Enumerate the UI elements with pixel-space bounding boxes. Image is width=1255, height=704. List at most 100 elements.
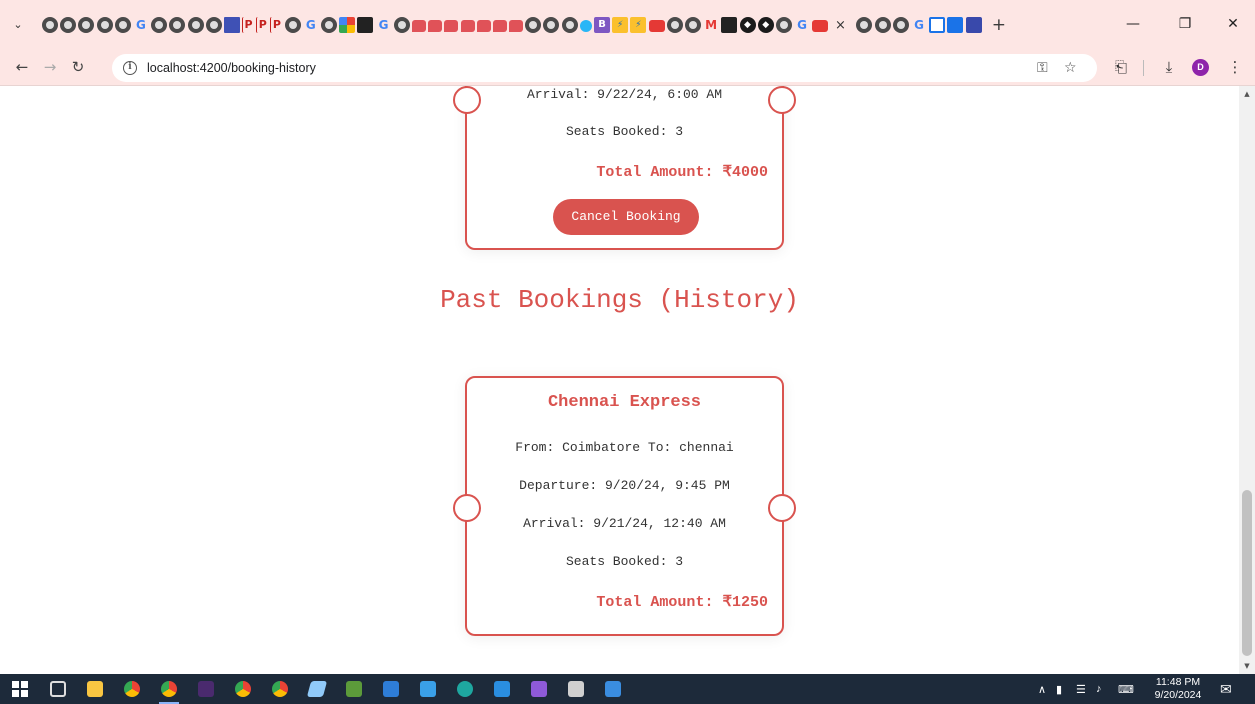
tab-google-icon[interactable]: G — [911, 17, 927, 33]
tab-circle-icon[interactable] — [579, 20, 592, 32]
pen-app-icon[interactable] — [306, 681, 328, 697]
visual-studio-icon[interactable] — [531, 681, 547, 697]
tab-chrome-icon[interactable] — [187, 17, 204, 33]
new-tab-button[interactable]: + — [992, 14, 1006, 36]
close-window-button[interactable]: ✕ — [1210, 0, 1255, 48]
terminal-icon[interactable] — [198, 681, 214, 697]
active-tab-close-button[interactable]: × — [830, 14, 850, 36]
tab-diamond-icon[interactable]: ◆ — [739, 17, 756, 33]
bookmark-star-icon[interactable]: ☆ — [1064, 54, 1077, 82]
tab-dark-app-icon[interactable] — [721, 17, 738, 33]
tab-google-icon[interactable]: G — [794, 17, 810, 33]
restore-button[interactable]: ❐ — [1162, 0, 1208, 48]
tab-chrome-icon[interactable] — [78, 17, 95, 33]
volume-icon[interactable]: ♪ — [1096, 674, 1102, 704]
tab-chat-icon[interactable] — [428, 20, 443, 32]
tray-chevron-icon[interactable]: ∧ — [1038, 674, 1046, 704]
file-explorer-icon[interactable] — [87, 681, 103, 697]
minimize-button[interactable]: — — [1110, 0, 1156, 48]
windows-start-icon[interactable] — [12, 681, 28, 697]
cancel-booking-button[interactable]: Cancel Booking — [553, 199, 699, 235]
tab-chat-icon[interactable] — [509, 20, 524, 32]
notification-center-icon[interactable]: ✉ — [1220, 674, 1232, 704]
tab-p-icon[interactable]: P — [242, 17, 254, 33]
tab-chrome-icon[interactable] — [684, 17, 701, 33]
reload-button[interactable]: ↻ — [64, 48, 92, 86]
tab-google-icon[interactable]: G — [376, 17, 392, 33]
tab-search-chevron-icon[interactable]: ⌄ — [4, 0, 32, 48]
extensions-puzzle-icon[interactable]: ⎗ — [1108, 48, 1134, 86]
calculator-icon[interactable] — [568, 681, 584, 697]
tab-chrome-icon[interactable] — [666, 17, 683, 33]
keyboard-icon[interactable]: ⌨ — [1118, 674, 1134, 704]
wifi-icon[interactable]: ☰ — [1076, 674, 1086, 704]
tab-chrome-icon[interactable] — [169, 17, 186, 33]
chrome-profile-taskbar-icon[interactable] — [161, 681, 177, 697]
menu-kebab-icon[interactable]: ⋮ — [1222, 48, 1248, 86]
tab-b-icon[interactable]: B — [594, 17, 610, 33]
chrome-taskbar-icon[interactable] — [124, 681, 140, 697]
tab-chrome-icon[interactable] — [284, 17, 301, 33]
tab-chrome-icon[interactable] — [114, 17, 131, 33]
tab-chrome-icon[interactable] — [96, 17, 113, 33]
tab-chrome-icon[interactable] — [60, 17, 77, 33]
tab-youtube-icon[interactable] — [648, 20, 665, 32]
notepad-icon[interactable] — [383, 681, 399, 697]
taskbar-clock[interactable]: 11:48 PM 9/20/2024 — [1150, 676, 1206, 702]
scroll-up-arrow-icon[interactable]: ▲ — [1239, 90, 1255, 98]
tab-chrome-icon[interactable] — [205, 17, 222, 33]
tab-chrome-icon[interactable] — [321, 17, 337, 33]
tab-yellow-icon[interactable]: ⚡ — [630, 17, 647, 33]
tab-chat-icon[interactable] — [444, 20, 459, 32]
scroll-thumb[interactable] — [1242, 490, 1252, 656]
tab-doc-icon[interactable] — [947, 17, 964, 33]
tab-doc-icon[interactable] — [965, 17, 982, 33]
vscode-icon[interactable] — [494, 681, 510, 697]
tab-chrome-icon[interactable] — [42, 17, 58, 33]
forward-button[interactable]: → — [36, 48, 64, 86]
tab-flag-icon[interactable] — [223, 17, 240, 33]
chrome-taskbar-icon[interactable] — [235, 681, 251, 697]
tab-chrome-icon[interactable] — [525, 17, 542, 33]
downloads-icon[interactable]: ⤓ — [1156, 48, 1182, 86]
tab-chrome-icon[interactable] — [892, 17, 909, 33]
address-bar[interactable]: i localhost:4200/booking-history ⚿ ☆ — [112, 54, 1097, 82]
tab-google-icon[interactable]: G — [303, 17, 319, 33]
edge-icon[interactable] — [457, 681, 473, 697]
tab-chrome-icon[interactable] — [561, 17, 578, 33]
tab-p-icon[interactable]: P — [270, 17, 282, 33]
tab-dark-app-icon[interactable] — [357, 17, 374, 33]
store-icon[interactable] — [605, 681, 621, 697]
page-scrollbar[interactable]: ▲ ▼ — [1239, 86, 1255, 674]
tab-diamond-icon[interactable]: ◆ — [757, 17, 774, 33]
tab-chrome-icon[interactable] — [393, 17, 410, 33]
tab-chrome-icon[interactable] — [856, 17, 873, 33]
route-text: From: Coimbatore To: chennai — [515, 440, 734, 455]
tab-p-icon[interactable]: P — [256, 17, 268, 33]
chrome-taskbar-icon[interactable] — [272, 681, 288, 697]
tab-doc-icon[interactable] — [929, 17, 946, 33]
scroll-down-arrow-icon[interactable]: ▼ — [1239, 662, 1255, 670]
tab-yellow-icon[interactable]: ⚡ — [612, 17, 629, 33]
tab-youtube-icon[interactable] — [812, 20, 829, 32]
tab-chrome-icon[interactable] — [543, 17, 560, 33]
back-button[interactable]: ← — [8, 48, 36, 86]
task-view-icon[interactable] — [50, 681, 66, 697]
tab-gmail-icon[interactable]: M — [703, 17, 719, 33]
tab-chat-icon[interactable] — [492, 20, 507, 32]
tab-chrome-icon[interactable] — [874, 17, 891, 33]
tab-chrome-icon[interactable] — [775, 17, 792, 33]
site-info-icon[interactable]: i — [123, 61, 137, 75]
url-text[interactable]: localhost:4200/booking-history — [147, 61, 316, 75]
profile-avatar[interactable]: D — [1192, 59, 1209, 76]
tab-chrome-icon[interactable] — [151, 17, 168, 33]
photos-icon[interactable] — [420, 681, 436, 697]
battery-icon[interactable]: ▮ — [1056, 674, 1062, 704]
excel-icon[interactable] — [346, 681, 362, 697]
password-key-icon[interactable]: ⚿ — [1037, 54, 1048, 82]
tab-chat-icon[interactable] — [411, 20, 426, 32]
tab-chat-icon[interactable] — [476, 20, 491, 32]
tab-google-icon[interactable]: G — [133, 17, 149, 33]
tab-chat-icon[interactable] — [460, 20, 475, 32]
tab-multicolor-icon[interactable] — [339, 17, 356, 33]
